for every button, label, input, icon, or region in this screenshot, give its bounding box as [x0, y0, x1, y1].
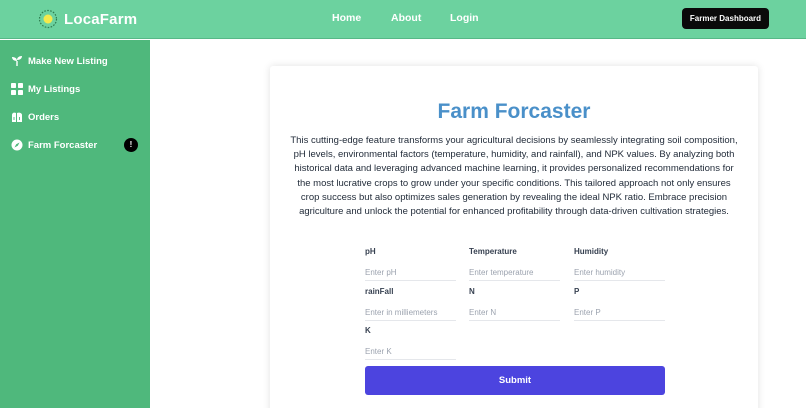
n-input[interactable] — [469, 305, 560, 321]
temperature-field: Temperature — [469, 247, 560, 281]
nav-login-link[interactable]: Login — [450, 12, 479, 24]
field-label: pH — [365, 247, 376, 256]
sidebar-item-label: Farm Forcaster — [28, 139, 98, 151]
rainfall-field: rainFall — [365, 287, 456, 321]
sidebar: Make New Listing My Listings Orders Farm… — [0, 40, 150, 408]
n-field: N — [469, 287, 560, 321]
forecaster-card: Farm Forcaster This cutting-edge feature… — [270, 66, 758, 408]
sidebar-item-label: Make New Listing — [28, 55, 108, 67]
sidebar-item-orders[interactable]: Orders — [11, 109, 59, 125]
field-label: Humidity — [574, 247, 609, 256]
sidebar-item-label: My Listings — [28, 83, 81, 95]
field-label: Temperature — [469, 247, 517, 256]
compass-icon — [11, 139, 23, 151]
sidebar-item-label: Orders — [28, 111, 60, 123]
p-field: P — [574, 287, 665, 321]
seedling-icon — [12, 56, 22, 66]
field-label: K — [365, 326, 371, 335]
humidity-input[interactable] — [574, 265, 665, 281]
field-label: P — [574, 287, 580, 296]
orders-icon — [12, 112, 22, 122]
sidebar-item-my-listings[interactable]: My Listings — [11, 81, 80, 97]
nav-home-link[interactable]: Home — [332, 12, 361, 24]
p-input[interactable] — [574, 305, 665, 321]
ph-input[interactable] — [365, 265, 456, 281]
sidebar-item-make-new-listing[interactable]: Make New Listing — [11, 53, 108, 69]
temperature-input[interactable] — [469, 265, 560, 281]
humidity-field: Humidity — [574, 247, 665, 281]
feature-description: This cutting-edge feature transforms you… — [290, 135, 738, 218]
submit-button[interactable]: Submit — [365, 366, 665, 395]
farmer-dashboard-button[interactable]: Farmer Dashboard — [682, 8, 769, 29]
alert-badge: ! — [124, 138, 138, 152]
field-label: rainFall — [365, 287, 394, 296]
grid-icon — [11, 83, 23, 95]
ph-field: pH — [365, 247, 456, 281]
nav-about-link[interactable]: About — [391, 12, 421, 24]
field-label: N — [469, 287, 475, 296]
top-navbar: LocaFarm Home About Login Farmer Dashboa… — [0, 0, 806, 39]
page-title: Farm Forcaster — [437, 100, 591, 123]
k-input[interactable] — [365, 344, 456, 360]
sidebar-item-farm-forcaster[interactable]: Farm Forcaster — [11, 137, 139, 153]
rainfall-input[interactable] — [365, 305, 456, 321]
k-field: K — [365, 326, 456, 360]
